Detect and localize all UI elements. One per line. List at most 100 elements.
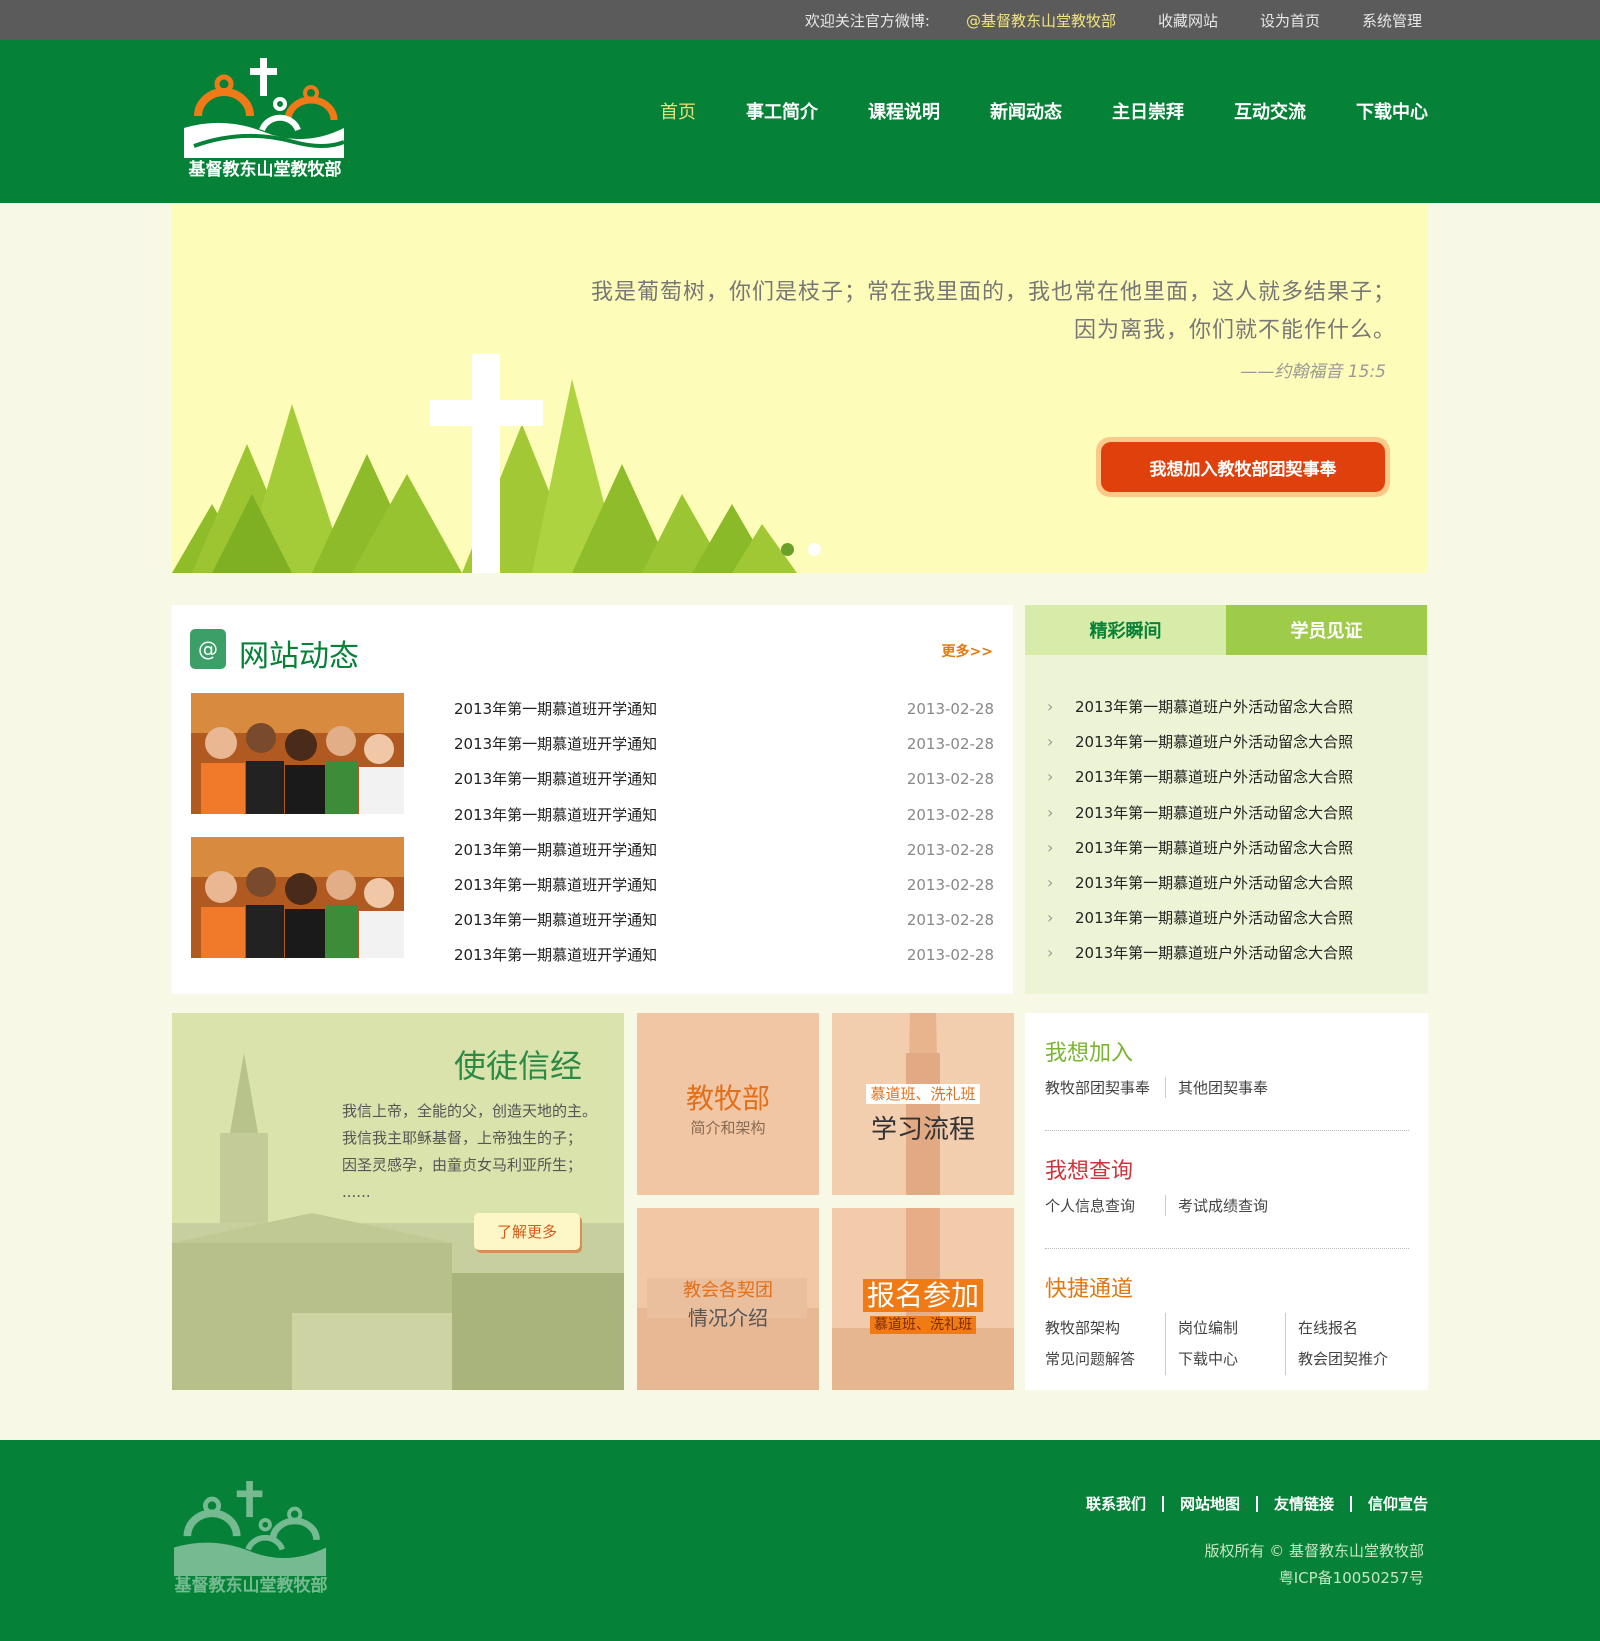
news-item-title[interactable]: 2013年第一期慕道班开学通知 <box>454 868 657 903</box>
news-photo-2[interactable] <box>191 837 404 958</box>
fast-link-positions[interactable]: 岗位编制 <box>1165 1313 1285 1344</box>
creed-line-2: 我信我主耶稣基督，上帝独生的子； <box>342 1129 583 1147</box>
footer-link-sitemap[interactable]: 网站地图 <box>1161 1496 1256 1512</box>
query-link-scores[interactable]: 考试成绩查询 <box>1165 1195 1285 1216</box>
slide-dot-2[interactable] <box>808 543 821 556</box>
list-item-label[interactable]: 2013年第一期慕道班户外活动留念大合照 <box>1075 907 1353 928</box>
news-row[interactable]: 2013年第一期慕道班开学通知 2013-02-28 <box>454 833 994 868</box>
tab-highlights[interactable]: 精彩瞬间 <box>1025 605 1226 655</box>
tile-register[interactable]: 报名参加 慕道班、洗礼班 <box>832 1208 1014 1390</box>
join-link-ministry[interactable]: 教牧部团契事奉 <box>1045 1077 1165 1098</box>
copyright-text: 版权所有 © 基督教东山堂教牧部 <box>1204 1542 1424 1560</box>
fast-link-fellowship[interactable]: 教会团契推介 <box>1285 1344 1405 1375</box>
verse-line-1: 我是葡萄树，你们是枝子；常在我里面的，我也常在他里面，这人就多结果子； <box>590 280 1396 305</box>
list-item-label[interactable]: 2013年第一期慕道班户外活动留念大合照 <box>1075 802 1353 823</box>
nav-downloads[interactable]: 下载中心 <box>1356 98 1428 124</box>
list-item-label[interactable]: 2013年第一期慕道班户外活动留念大合照 <box>1075 766 1353 787</box>
news-photo-1[interactable] <box>191 693 404 814</box>
tab-list: › 2013年第一期慕道班户外活动留念大合照 › 2013年第一期慕道班户外活动留念… <box>1047 689 1353 971</box>
footer-link-contact[interactable]: 联系我们 <box>1070 1496 1162 1512</box>
list-item-label[interactable]: 2013年第一期慕道班户外活动留念大合照 <box>1075 731 1353 752</box>
footer-link-faith[interactable]: 信仰宣告 <box>1349 1496 1428 1512</box>
admin-link[interactable]: 系统管理 <box>1362 10 1422 31</box>
join-link-other[interactable]: 其他团契事奉 <box>1165 1077 1285 1098</box>
set-homepage-link[interactable]: 设为首页 <box>1260 10 1320 31</box>
news-item-title[interactable]: 2013年第一期慕道班开学通知 <box>454 798 657 833</box>
group-photo-icon <box>191 693 404 814</box>
list-item[interactable]: › 2013年第一期慕道班户外活动留念大合照 <box>1047 795 1353 830</box>
join-ministry-button[interactable]: 我想加入教牧部团契事奉 <box>1096 437 1390 497</box>
news-more-link[interactable]: 更多>> <box>942 641 993 661</box>
moments-tabs-panel: 精彩瞬间 学员见证 › 2013年第一期慕道班户外活动留念大合照 › 2013年第一… <box>1025 605 1428 994</box>
news-item-title[interactable]: 2013年第一期慕道班开学通知 <box>454 903 657 938</box>
verse-source: ——约翰福音 15:5 <box>1240 362 1386 382</box>
news-list: 2013年第一期慕道班开学通知 2013-02-28 2013年第一期慕道班开学通… <box>454 692 994 974</box>
list-item-label[interactable]: 2013年第一期慕道班户外活动留念大合照 <box>1075 696 1353 717</box>
site-logo[interactable]: 基督教东山堂教牧部 <box>184 58 346 180</box>
news-row[interactable]: 2013年第一期慕道班开学通知 2013-02-28 <box>454 938 994 973</box>
news-item-title[interactable]: 2013年第一期慕道班开学通知 <box>454 727 657 762</box>
news-item-title[interactable]: 2013年第一期慕道班开学通知 <box>454 762 657 797</box>
news-row[interactable]: 2013年第一期慕道班开学通知 2013-02-28 <box>454 692 994 727</box>
news-item-date: 2013-02-28 <box>906 770 994 789</box>
top-bar: 欢迎关注官方微博: @基督教东山堂教牧部 收藏网站 设为首页 系统管理 <box>0 0 1600 40</box>
news-item-title[interactable]: 2013年第一期慕道班开学通知 <box>454 692 657 727</box>
logo-graphic-icon <box>184 58 345 158</box>
chevron-right-icon: › <box>1047 873 1054 893</box>
site-footer: 基督教东山堂教牧部 联系我们 网站地图 友情链接 信仰宣告 版权所有 © 基督教… <box>0 1440 1600 1641</box>
news-item-date: 2013-02-28 <box>906 840 994 859</box>
news-item-title[interactable]: 2013年第一期慕道班开学通知 <box>454 833 657 868</box>
list-item[interactable]: › 2013年第一期慕道班户外活动留念大合照 <box>1047 900 1353 935</box>
tile-study-process[interactable]: 慕道班、洗礼班 学习流程 <box>832 1013 1014 1195</box>
favorite-link[interactable]: 收藏网站 <box>1158 10 1218 31</box>
fast-title: 快捷通道 <box>1045 1277 1134 1302</box>
logo-text: 基督教东山堂教牧部 <box>188 160 342 180</box>
creed-text: 我信上帝，全能的父，创造天地的主。 我信我主耶稣基督，上帝独生的子； 因圣灵感孕… <box>342 1098 597 1206</box>
fast-link-downloads[interactable]: 下载中心 <box>1165 1344 1285 1375</box>
icp-text: 粤ICP备10050257号 <box>1278 1569 1424 1587</box>
nav-home[interactable]: 首页 <box>660 98 696 124</box>
list-item[interactable]: › 2013年第一期慕道班户外活动留念大合照 <box>1047 759 1353 794</box>
list-item[interactable]: › 2013年第一期慕道班户外活动留念大合照 <box>1047 830 1353 865</box>
query-links: 个人信息查询 考试成绩查询 <box>1045 1195 1285 1216</box>
creed-line-4: ...... <box>342 1183 371 1201</box>
query-link-personal[interactable]: 个人信息查询 <box>1045 1195 1165 1216</box>
nav-sunday-worship[interactable]: 主日崇拜 <box>1112 98 1184 124</box>
news-row[interactable]: 2013年第一期慕道班开学通知 2013-02-28 <box>454 727 994 762</box>
list-item[interactable]: › 2013年第一期慕道班户外活动留念大合照 <box>1047 865 1353 900</box>
tile-fellowship-groups[interactable]: 教会各契团 情况介绍 <box>637 1208 819 1390</box>
fast-link-faq[interactable]: 常见问题解答 <box>1045 1344 1165 1375</box>
nav-interaction[interactable]: 互动交流 <box>1234 98 1306 124</box>
news-row[interactable]: 2013年第一期慕道班开学通知 2013-02-28 <box>454 903 994 938</box>
footer-link-friends[interactable]: 友情链接 <box>1255 1496 1350 1512</box>
query-section: 我想查询 个人信息查询 考试成绩查询 <box>1045 1153 1285 1216</box>
list-item[interactable]: › 2013年第一期慕道班户外活动留念大合照 <box>1047 724 1353 759</box>
news-row[interactable]: 2013年第一期慕道班开学通知 2013-02-28 <box>454 798 994 833</box>
nav-ministry-intro[interactable]: 事工简介 <box>746 98 818 124</box>
news-row[interactable]: 2013年第一期慕道班开学通知 2013-02-28 <box>454 868 994 903</box>
weibo-link[interactable]: @基督教东山堂教牧部 <box>966 10 1116 31</box>
fast-link-signup[interactable]: 在线报名 <box>1285 1313 1405 1344</box>
list-item[interactable]: › 2013年第一期慕道班户外活动留念大合照 <box>1047 689 1353 724</box>
chevron-right-icon: › <box>1047 908 1054 928</box>
nav-news[interactable]: 新闻动态 <box>990 98 1062 124</box>
tile-register-subtitle-wrap: 慕道班、洗礼班 <box>832 1314 1014 1334</box>
group-photo-icon <box>191 837 404 958</box>
creed-line-1: 我信上帝，全能的父，创造天地的主。 <box>342 1102 598 1120</box>
nav-courses[interactable]: 课程说明 <box>868 98 940 124</box>
list-item[interactable]: › 2013年第一期慕道班户外活动留念大合照 <box>1047 935 1353 970</box>
footer-logo[interactable]: 基督教东山堂教牧部 <box>172 1481 330 1596</box>
at-sign-icon: @ <box>190 629 226 669</box>
fast-link-structure[interactable]: 教牧部架构 <box>1045 1313 1165 1344</box>
news-row[interactable]: 2013年第一期慕道班开学通知 2013-02-28 <box>454 762 994 797</box>
tile-ministry-structure[interactable]: 教牧部 简介和架构 <box>637 1013 819 1195</box>
list-item-label[interactable]: 2013年第一期慕道班户外活动留念大合照 <box>1075 872 1353 893</box>
list-item-label[interactable]: 2013年第一期慕道班户外活动留念大合照 <box>1075 942 1353 963</box>
learn-more-button[interactable]: 了解更多 <box>474 1213 580 1250</box>
quick-links-panel: 我想加入 教牧部团契事奉 其他团契事奉 我想查询 个人信息查询 考试成绩查询 快捷通… <box>1025 1013 1428 1390</box>
tab-testimonies[interactable]: 学员见证 <box>1226 605 1427 655</box>
hero-banner: 我是葡萄树，你们是枝子；常在我里面的，我也常在他里面，这人就多结果子； 因为离我… <box>172 204 1428 573</box>
list-item-label[interactable]: 2013年第一期慕道班户外活动留念大合照 <box>1075 837 1353 858</box>
news-item-title[interactable]: 2013年第一期慕道班开学通知 <box>454 938 657 973</box>
slide-dot-1[interactable] <box>781 543 794 556</box>
